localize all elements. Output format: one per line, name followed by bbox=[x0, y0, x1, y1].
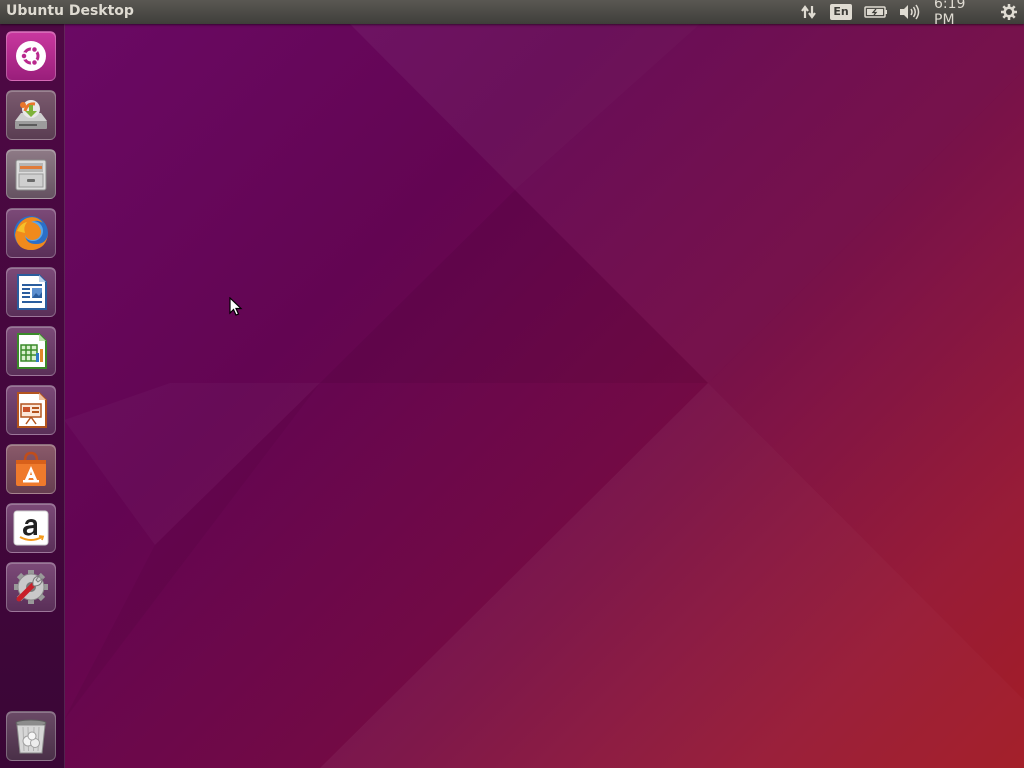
amazon-icon bbox=[13, 510, 49, 546]
firefox-button[interactable] bbox=[6, 208, 56, 258]
libreoffice-calc-button[interactable] bbox=[6, 326, 56, 376]
window-title: Ubuntu Desktop bbox=[6, 3, 134, 19]
volume-icon[interactable] bbox=[897, 0, 921, 24]
impress-presentation-icon bbox=[17, 392, 47, 428]
files-button[interactable] bbox=[6, 149, 56, 199]
wallpaper bbox=[64, 24, 1024, 768]
ubuntu-logo-icon bbox=[16, 41, 46, 71]
keyboard-layout-indicator[interactable]: En bbox=[830, 0, 852, 24]
desktop[interactable]: Ubuntu Desktop En 6:19 PM bbox=[0, 0, 1024, 768]
session-gear-icon[interactable] bbox=[998, 0, 1020, 24]
mouse-cursor-icon bbox=[229, 297, 243, 316]
ubuntu-software-button[interactable] bbox=[6, 444, 56, 494]
top-panel: Ubuntu Desktop En 6:19 PM bbox=[0, 0, 1024, 28]
clock[interactable]: 6:19 PM bbox=[934, 0, 990, 28]
trash-icon bbox=[15, 719, 47, 754]
writer-document-icon bbox=[17, 274, 47, 310]
trash-button[interactable] bbox=[6, 711, 56, 761]
dash-home-button[interactable] bbox=[6, 31, 56, 81]
launcher bbox=[0, 24, 65, 768]
keyboard-layout-label: En bbox=[830, 4, 852, 20]
software-bag-icon bbox=[16, 451, 46, 486]
settings-wrench-icon bbox=[14, 570, 48, 604]
libreoffice-writer-button[interactable] bbox=[6, 267, 56, 317]
file-cabinet-icon bbox=[15, 159, 47, 191]
installer-drive-icon bbox=[15, 100, 47, 129]
system-installer-button[interactable] bbox=[6, 90, 56, 140]
libreoffice-impress-button[interactable] bbox=[6, 385, 56, 435]
battery-icon[interactable] bbox=[862, 0, 890, 24]
firefox-icon bbox=[14, 216, 48, 251]
network-icon[interactable] bbox=[798, 0, 820, 24]
system-settings-button[interactable] bbox=[6, 562, 56, 612]
amazon-button[interactable] bbox=[6, 503, 56, 553]
calc-spreadsheet-icon bbox=[17, 333, 47, 369]
